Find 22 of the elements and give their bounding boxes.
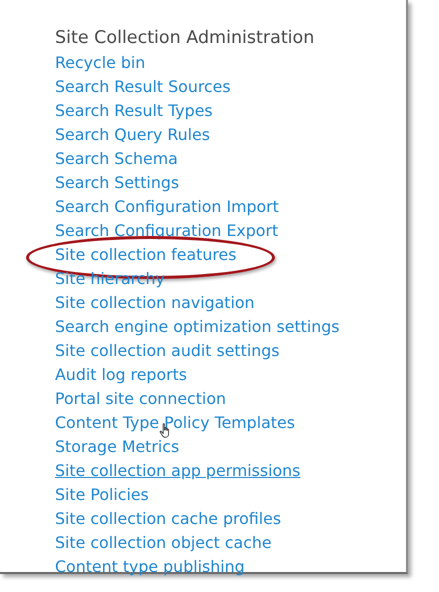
settings-link[interactable]: Search Schema	[55, 149, 178, 168]
settings-link[interactable]: Search Query Rules	[55, 125, 210, 144]
settings-link[interactable]: Audit log reports	[55, 365, 188, 384]
settings-link[interactable]: Search Configuration Import	[55, 197, 279, 216]
settings-link[interactable]: Content Type Policy Templates	[55, 413, 295, 432]
settings-link[interactable]: Site collection audit settings	[55, 341, 280, 360]
settings-link[interactable]: Search Result Sources	[55, 77, 231, 96]
settings-link[interactable]: Site collection navigation	[55, 293, 255, 312]
settings-link[interactable]: Site Policies	[55, 485, 149, 504]
settings-link[interactable]: Portal site connection	[55, 389, 226, 408]
settings-link[interactable]: Search Result Types	[55, 101, 213, 120]
settings-link[interactable]: Search Configuration Export	[55, 221, 278, 240]
settings-link[interactable]: Search Settings	[55, 173, 180, 192]
settings-link[interactable]: Site collection app permissions	[55, 461, 300, 480]
settings-link[interactable]: Site collection cache profiles	[55, 509, 282, 528]
settings-link[interactable]: Storage Metrics	[55, 437, 180, 456]
section-title: Site Collection Administration	[55, 27, 316, 50]
settings-link[interactable]: Site collection features	[55, 245, 236, 264]
settings-link[interactable]: Search engine optimization settings	[55, 317, 340, 336]
settings-link[interactable]: Recycle bin	[55, 53, 146, 72]
settings-link[interactable]: Content type publishing	[55, 557, 245, 576]
settings-link[interactable]: Site collection object cache	[55, 533, 272, 552]
